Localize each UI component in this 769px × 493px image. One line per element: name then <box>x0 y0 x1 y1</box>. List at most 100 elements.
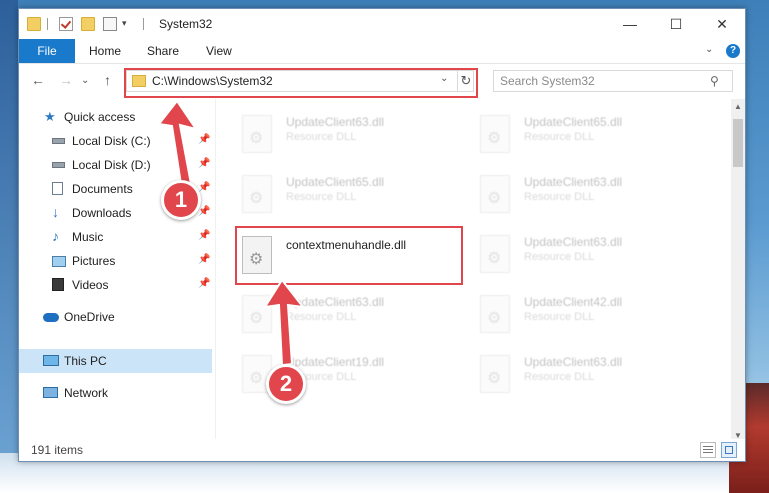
sidebar-item-music[interactable]: ♪ Music 📌 <box>19 225 212 249</box>
pin-icon[interactable]: 📌 <box>198 254 210 265</box>
help-icon[interactable]: ? <box>726 44 740 58</box>
file-type: Resource DLL <box>524 191 595 203</box>
large-icons-view-button[interactable] <box>721 442 737 458</box>
sidebar-item-onedrive[interactable]: OneDrive <box>19 305 212 329</box>
customize-toolbar-icon[interactable] <box>103 17 117 31</box>
step-1-badge: 1 <box>161 180 201 220</box>
sidebar-item-quick-access[interactable]: ★ Quick access <box>19 105 212 129</box>
music-icon: ♪ <box>52 228 59 244</box>
sidebar-item-local-disk-d[interactable]: Local Disk (D:) 📌 <box>19 153 212 177</box>
computer-icon <box>43 355 59 366</box>
sidebar-item-pictures[interactable]: Pictures 📌 <box>19 249 212 273</box>
tab-share[interactable]: Share <box>147 39 179 63</box>
properties-icon[interactable] <box>59 17 73 31</box>
pin-icon[interactable]: 📌 <box>198 134 210 145</box>
pin-icon[interactable]: 📌 <box>198 158 210 169</box>
drive-icon <box>52 138 65 144</box>
details-view-button[interactable] <box>700 442 716 458</box>
pin-icon[interactable]: 📌 <box>198 182 210 193</box>
file-name: UpdateClient42.dll <box>524 295 623 309</box>
expand-ribbon-icon[interactable]: ⌄ <box>705 44 713 55</box>
drive-icon <box>52 162 65 168</box>
sidebar-item-label: Downloads <box>72 206 132 220</box>
scroll-up-icon[interactable]: ▲ <box>734 102 742 111</box>
file-item[interactable]: UpdateClient65.dll Resource DLL <box>480 115 710 167</box>
cloud-icon <box>43 313 59 322</box>
file-name: UpdateClient63.dll <box>524 235 623 249</box>
search-input[interactable] <box>494 71 710 91</box>
window-title: System32 <box>159 17 213 31</box>
pictures-icon <box>52 256 66 267</box>
tab-home[interactable]: Home <box>89 39 121 63</box>
dll-file-icon <box>480 115 510 153</box>
sidebar-item-label: Local Disk (C:) <box>72 134 151 148</box>
file-name: UpdateClient63.dll <box>524 175 623 189</box>
minimize-button[interactable]: — <box>607 9 653 39</box>
title-bar: ▾ System32 — ☐ ✕ <box>19 9 745 39</box>
vertical-scrollbar[interactable]: ▲ ▼ <box>731 99 745 443</box>
tab-view[interactable]: View <box>206 39 232 63</box>
file-item[interactable]: UpdateClient63.dll Resource DLL <box>480 235 710 287</box>
sidebar-item-label: Local Disk (D:) <box>72 158 151 172</box>
desktop-background <box>0 0 18 493</box>
file-name: UpdateClient19.dll <box>286 355 385 369</box>
network-icon <box>43 387 58 398</box>
file-item[interactable]: UpdateClient65.dll Resource DLL <box>242 175 472 227</box>
dll-file-icon <box>242 175 272 213</box>
file-item[interactable]: UpdateClient63.dll Resource DLL <box>242 295 472 347</box>
address-bar-highlight <box>124 68 478 98</box>
scrollbar-thumb[interactable] <box>733 119 743 167</box>
sidebar-item-label: Network <box>64 386 109 400</box>
sidebar-item-label: Pictures <box>72 254 116 268</box>
sidebar-item-videos[interactable]: Videos 📌 <box>19 273 212 297</box>
search-box[interactable]: ⚲ <box>493 70 733 92</box>
pin-icon[interactable]: 📌 <box>198 278 210 289</box>
sidebar-item-network[interactable]: Network <box>19 381 212 405</box>
file-type: Resource DLL <box>524 371 595 383</box>
divider <box>143 18 144 30</box>
file-item[interactable]: UpdateClient42.dll Resource DLL <box>480 295 710 347</box>
sidebar-item-label: OneDrive <box>64 310 115 324</box>
file-name: UpdateClient63.dll <box>286 295 385 309</box>
pin-icon[interactable]: 📌 <box>198 230 210 241</box>
documents-icon <box>52 182 63 195</box>
dll-file-icon <box>480 235 510 273</box>
sidebar-item-label: Videos <box>72 278 109 292</box>
forward-button[interactable]: → <box>59 72 73 88</box>
toolbar-dropdown-icon[interactable]: ▾ <box>122 18 127 29</box>
videos-icon <box>52 278 64 291</box>
file-name: UpdateClient65.dll <box>524 115 623 129</box>
file-highlight <box>235 226 463 285</box>
file-item[interactable]: UpdateClient63.dll Resource DLL <box>480 175 710 227</box>
sidebar-item-this-pc[interactable]: This PC <box>19 349 212 373</box>
sidebar-item-label: This PC <box>64 354 107 368</box>
up-button[interactable]: ↑ <box>104 72 111 88</box>
file-type: Resource DLL <box>286 131 357 143</box>
file-name: UpdateClient63.dll <box>286 115 385 129</box>
sidebar-item-label: Music <box>72 230 104 244</box>
dll-file-icon <box>242 115 272 153</box>
status-bar: 191 items <box>19 439 745 461</box>
dll-file-icon <box>242 295 272 333</box>
sidebar-item-label: Quick access <box>64 110 136 124</box>
dll-file-icon <box>480 175 510 213</box>
item-count: 191 items <box>31 443 84 457</box>
recent-locations-icon[interactable]: ⌄ <box>81 75 89 86</box>
sidebar-item-local-disk-c[interactable]: Local Disk (C:) 📌 <box>19 129 212 153</box>
close-button[interactable]: ✕ <box>699 9 745 39</box>
divider <box>47 18 48 30</box>
new-folder-icon[interactable] <box>81 17 95 31</box>
star-icon: ★ <box>44 109 56 124</box>
file-item[interactable]: UpdateClient63.dll Resource DLL <box>242 115 472 167</box>
folder-icon[interactable] <box>27 17 41 31</box>
file-type: Resource DLL <box>524 251 595 263</box>
file-item[interactable]: UpdateClient63.dll Resource DLL <box>480 355 710 407</box>
file-type: Resource DLL <box>524 131 595 143</box>
pin-icon[interactable]: 📌 <box>198 206 210 217</box>
ribbon: File Home Share View ⌄ ? <box>19 39 745 64</box>
sidebar-item-label: Documents <box>72 182 133 196</box>
back-button[interactable]: ← <box>31 72 45 88</box>
maximize-button[interactable]: ☐ <box>653 9 699 39</box>
tab-file[interactable]: File <box>19 39 75 63</box>
search-icon[interactable]: ⚲ <box>710 74 719 88</box>
